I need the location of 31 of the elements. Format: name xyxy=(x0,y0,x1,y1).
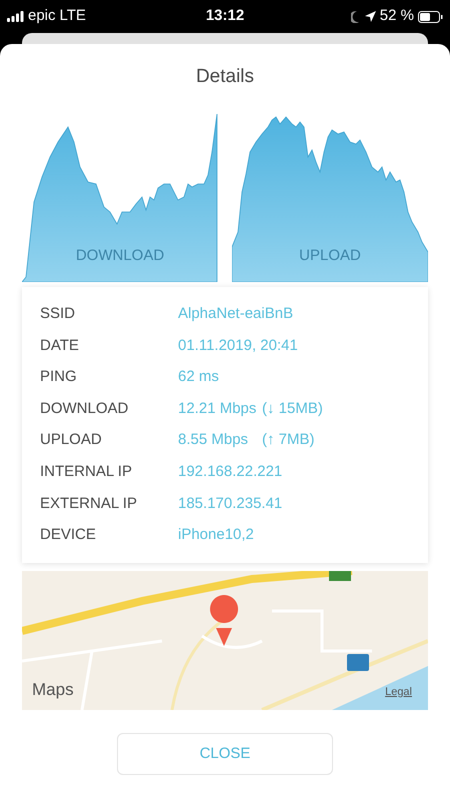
info-label: DATE xyxy=(39,336,80,356)
info-label: EXTERNAL IP xyxy=(39,494,138,514)
sheet-title: Details xyxy=(196,65,254,89)
info-value: 01.11.2019, 20:41 xyxy=(178,336,298,356)
info-value: 62 ms xyxy=(178,367,219,388)
info-label: INTERNAL IP xyxy=(39,462,133,482)
battery-icon xyxy=(418,10,443,22)
info-label: DOWNLOAD xyxy=(39,398,130,419)
info-label: PING xyxy=(39,367,78,388)
network-type: LTE xyxy=(60,6,86,26)
info-value: iPhone10,2 xyxy=(178,525,254,546)
legal-link[interactable]: Legal xyxy=(385,684,412,700)
info-value: 12.21 Mbps xyxy=(178,398,258,419)
battery-percentage: 52 % xyxy=(380,6,414,26)
info-value: 192.168.22.221 xyxy=(178,462,282,482)
info-label: SSID xyxy=(39,304,76,324)
moon-icon xyxy=(350,10,361,22)
graph-label: UPLOAD xyxy=(299,246,361,266)
info-label: UPLOAD xyxy=(39,430,103,450)
info-value: 8.55 Mbps xyxy=(178,430,250,450)
location-arrow-icon xyxy=(364,11,376,22)
signal-icon xyxy=(7,11,24,22)
carrier-name: epic xyxy=(28,6,56,26)
info-value: 185.170.235.41 xyxy=(178,494,282,514)
map-logo: Maps xyxy=(32,678,74,701)
info-label: DEVICE xyxy=(39,525,97,546)
clock: 13:12 xyxy=(206,6,244,26)
graph-label: DOWNLOAD xyxy=(76,246,164,266)
info-detail: (↑ 7MB) xyxy=(262,430,314,450)
info-value: AlphaNet-eaiBnB xyxy=(178,304,294,324)
info-detail: (↓ 15MB) xyxy=(262,398,323,419)
